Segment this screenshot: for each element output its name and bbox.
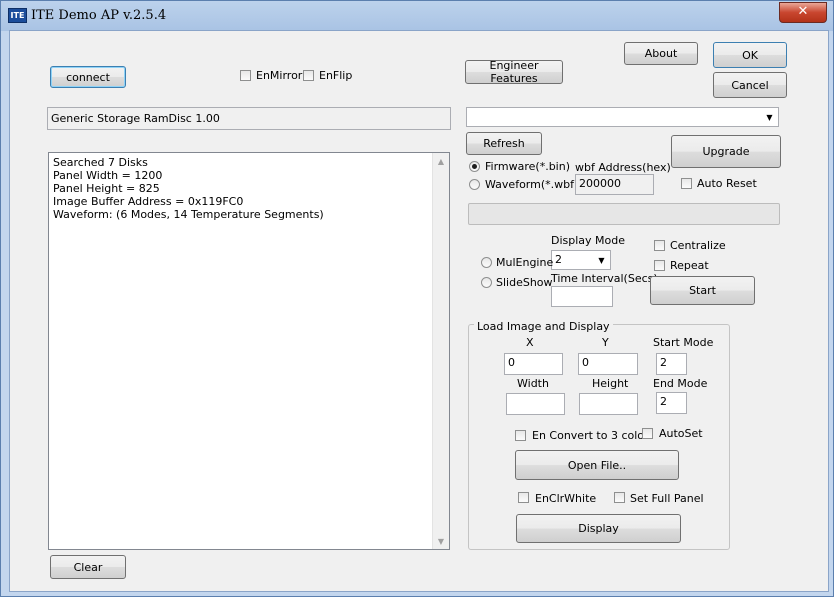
start-mode-input[interactable]: 2 [656,353,687,375]
enclrwhite-checkbox[interactable] [518,492,529,503]
width-input[interactable] [506,393,565,415]
enmirror-checkbox[interactable] [240,70,251,81]
clear-button[interactable]: Clear [50,555,126,579]
repeat-label: Repeat [670,259,709,272]
log-listbox[interactable]: Searched 7 Disks Panel Width = 1200 Panel … [48,152,450,550]
slideshow-radio[interactable] [481,277,492,288]
waveform-radio[interactable] [469,179,480,190]
load-image-group-title: Load Image and Display [474,320,613,333]
upgrade-button[interactable]: Upgrade [671,135,781,168]
cancel-button[interactable]: Cancel [713,72,787,98]
log-scrollbar[interactable]: ▲ ▼ [432,153,449,549]
end-mode-label: End Mode [653,377,708,390]
device-select[interactable]: ▼ [466,107,779,127]
scroll-down-icon[interactable]: ▼ [433,533,449,549]
wbf-address-label: wbf Address(hex) [575,161,671,174]
set-full-panel-label: Set Full Panel [630,492,704,505]
start-mode-label: Start Mode [653,336,714,349]
enflip-checkbox[interactable] [303,70,314,81]
window-title: ITE Demo AP v.2.5.4 [31,8,167,23]
enmirror-label: EnMirror [256,69,303,82]
about-button[interactable]: About [624,42,698,65]
engineer-features-button[interactable]: Engineer Features [465,59,563,85]
auto-reset-label: Auto Reset [697,177,757,190]
firmware-label: Firmware(*.bin) [485,160,571,173]
centralize-checkbox[interactable] [654,240,665,251]
scroll-up-icon[interactable]: ▲ [433,153,449,169]
height-label: Height [592,377,629,390]
ok-button[interactable]: OK [713,42,787,68]
upgrade-progress-bar [468,203,780,225]
app-window: ITE ITE Demo AP v.2.5.4 ✕ connect EnMirr… [0,0,834,597]
device-name-field[interactable]: Generic Storage RamDisc 1.00 [47,107,451,130]
y-input[interactable]: 0 [578,353,638,375]
repeat-checkbox[interactable] [654,260,665,271]
en-convert-label: En Convert to 3 color [532,429,649,442]
display-button[interactable]: Display [516,514,681,543]
time-interval-input[interactable] [551,286,613,307]
en-convert-checkbox[interactable] [515,430,526,441]
width-label: Width [517,377,549,390]
height-input[interactable] [579,393,638,415]
centralize-label: Centralize [670,239,726,252]
display-mode-label: Display Mode [551,234,626,247]
display-mode-select[interactable]: 2 ▼ [551,250,611,270]
x-input[interactable]: 0 [504,353,563,375]
app-logo-icon: ITE [8,8,27,23]
log-line: Waveform: (6 Modes, 14 Temperature Segme… [53,208,324,221]
enflip-label: EnFlip [319,69,353,82]
close-icon: ✕ [797,4,809,19]
refresh-button[interactable]: Refresh [466,132,542,155]
dialog-client-area: connect EnMirror EnFlip Engineer Feature… [9,30,829,592]
time-interval-label: Time Interval(Secs) [551,272,658,285]
chevron-down-icon: ▼ [766,112,773,122]
enclrwhite-label: EnClrWhite [535,492,597,505]
display-mode-value: 2 [555,253,562,266]
start-button[interactable]: Start [650,276,755,305]
open-file-button[interactable]: Open File.. [515,450,679,480]
log-lines: Searched 7 Disks Panel Width = 1200 Panel … [53,156,324,221]
mulengine-radio[interactable] [481,257,492,268]
wbf-address-input[interactable]: 200000 [575,174,654,195]
connect-button[interactable]: connect [50,66,126,88]
log-line: Panel Width = 1200 [53,169,163,182]
autoset-label: AutoSet [659,427,703,440]
chevron-down-icon: ▼ [598,255,605,265]
firmware-radio[interactable] [469,161,480,172]
auto-reset-checkbox[interactable] [681,178,692,189]
mulengine-label: MulEngine [496,256,554,269]
autoset-checkbox[interactable] [642,428,653,439]
x-label: X [526,336,534,349]
log-line: Searched 7 Disks [53,156,148,169]
end-mode-input[interactable]: 2 [656,392,687,414]
y-label: Y [602,336,609,349]
set-full-panel-checkbox[interactable] [614,492,625,503]
title-bar[interactable]: ITE ITE Demo AP v.2.5.4 ✕ [1,1,833,29]
waveform-label: Waveform(*.wbf) [485,178,579,191]
slideshow-label: SlideShow [496,276,553,289]
log-line: Panel Height = 825 [53,182,160,195]
log-line: Image Buffer Address = 0x119FC0 [53,195,244,208]
close-button[interactable]: ✕ [779,2,827,23]
